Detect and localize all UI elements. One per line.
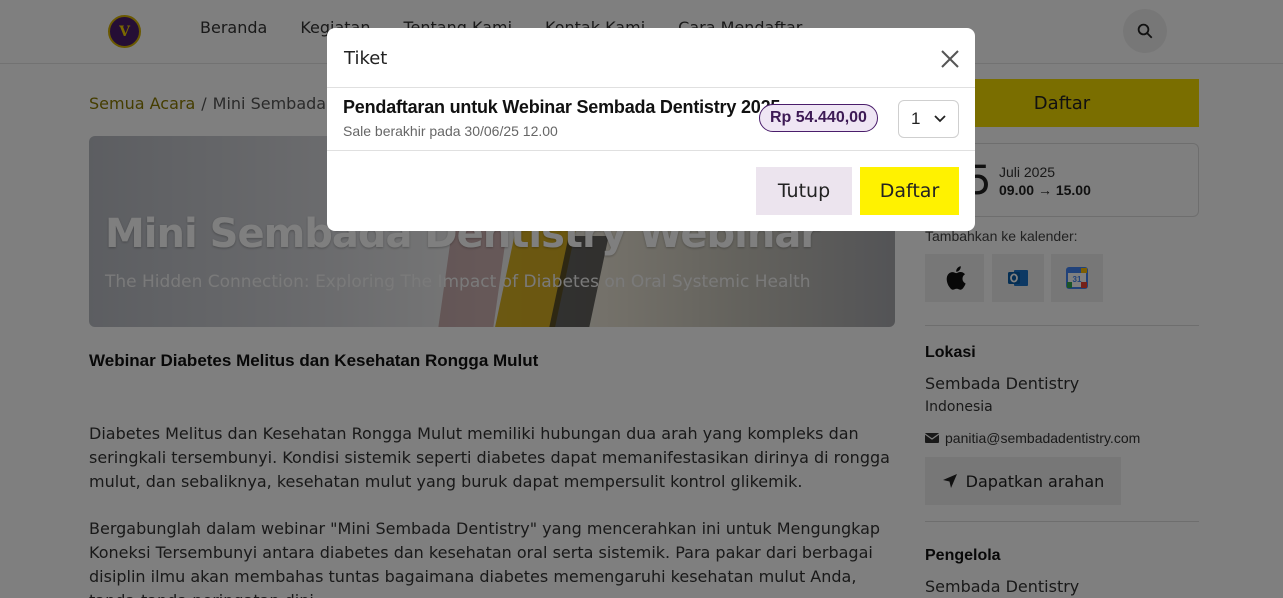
quantity-value: 1	[911, 109, 921, 128]
close-icon	[941, 50, 959, 68]
ticket-sale-end: Sale berakhir pada 30/06/25 12.00	[343, 123, 558, 139]
modal-close-button[interactable]	[937, 46, 963, 72]
modal-register-button[interactable]: Daftar	[860, 167, 959, 215]
modal-header: Tiket	[327, 28, 975, 88]
modal-close-text-button[interactable]: Tutup	[756, 167, 852, 215]
ticket-name: Pendaftaran untuk Webinar Sembada Dentis…	[343, 97, 781, 117]
chevron-down-icon	[934, 115, 946, 123]
ticket-modal: Tiket Pendaftaran untuk Webinar Sembada …	[327, 28, 975, 231]
ticket-quantity-select[interactable]: 1	[898, 100, 959, 138]
ticket-row: Pendaftaran untuk Webinar Sembada Dentis…	[327, 88, 975, 151]
ticket-price-badge: Rp 54.440,00	[759, 104, 878, 132]
modal-title: Tiket	[344, 48, 388, 69]
